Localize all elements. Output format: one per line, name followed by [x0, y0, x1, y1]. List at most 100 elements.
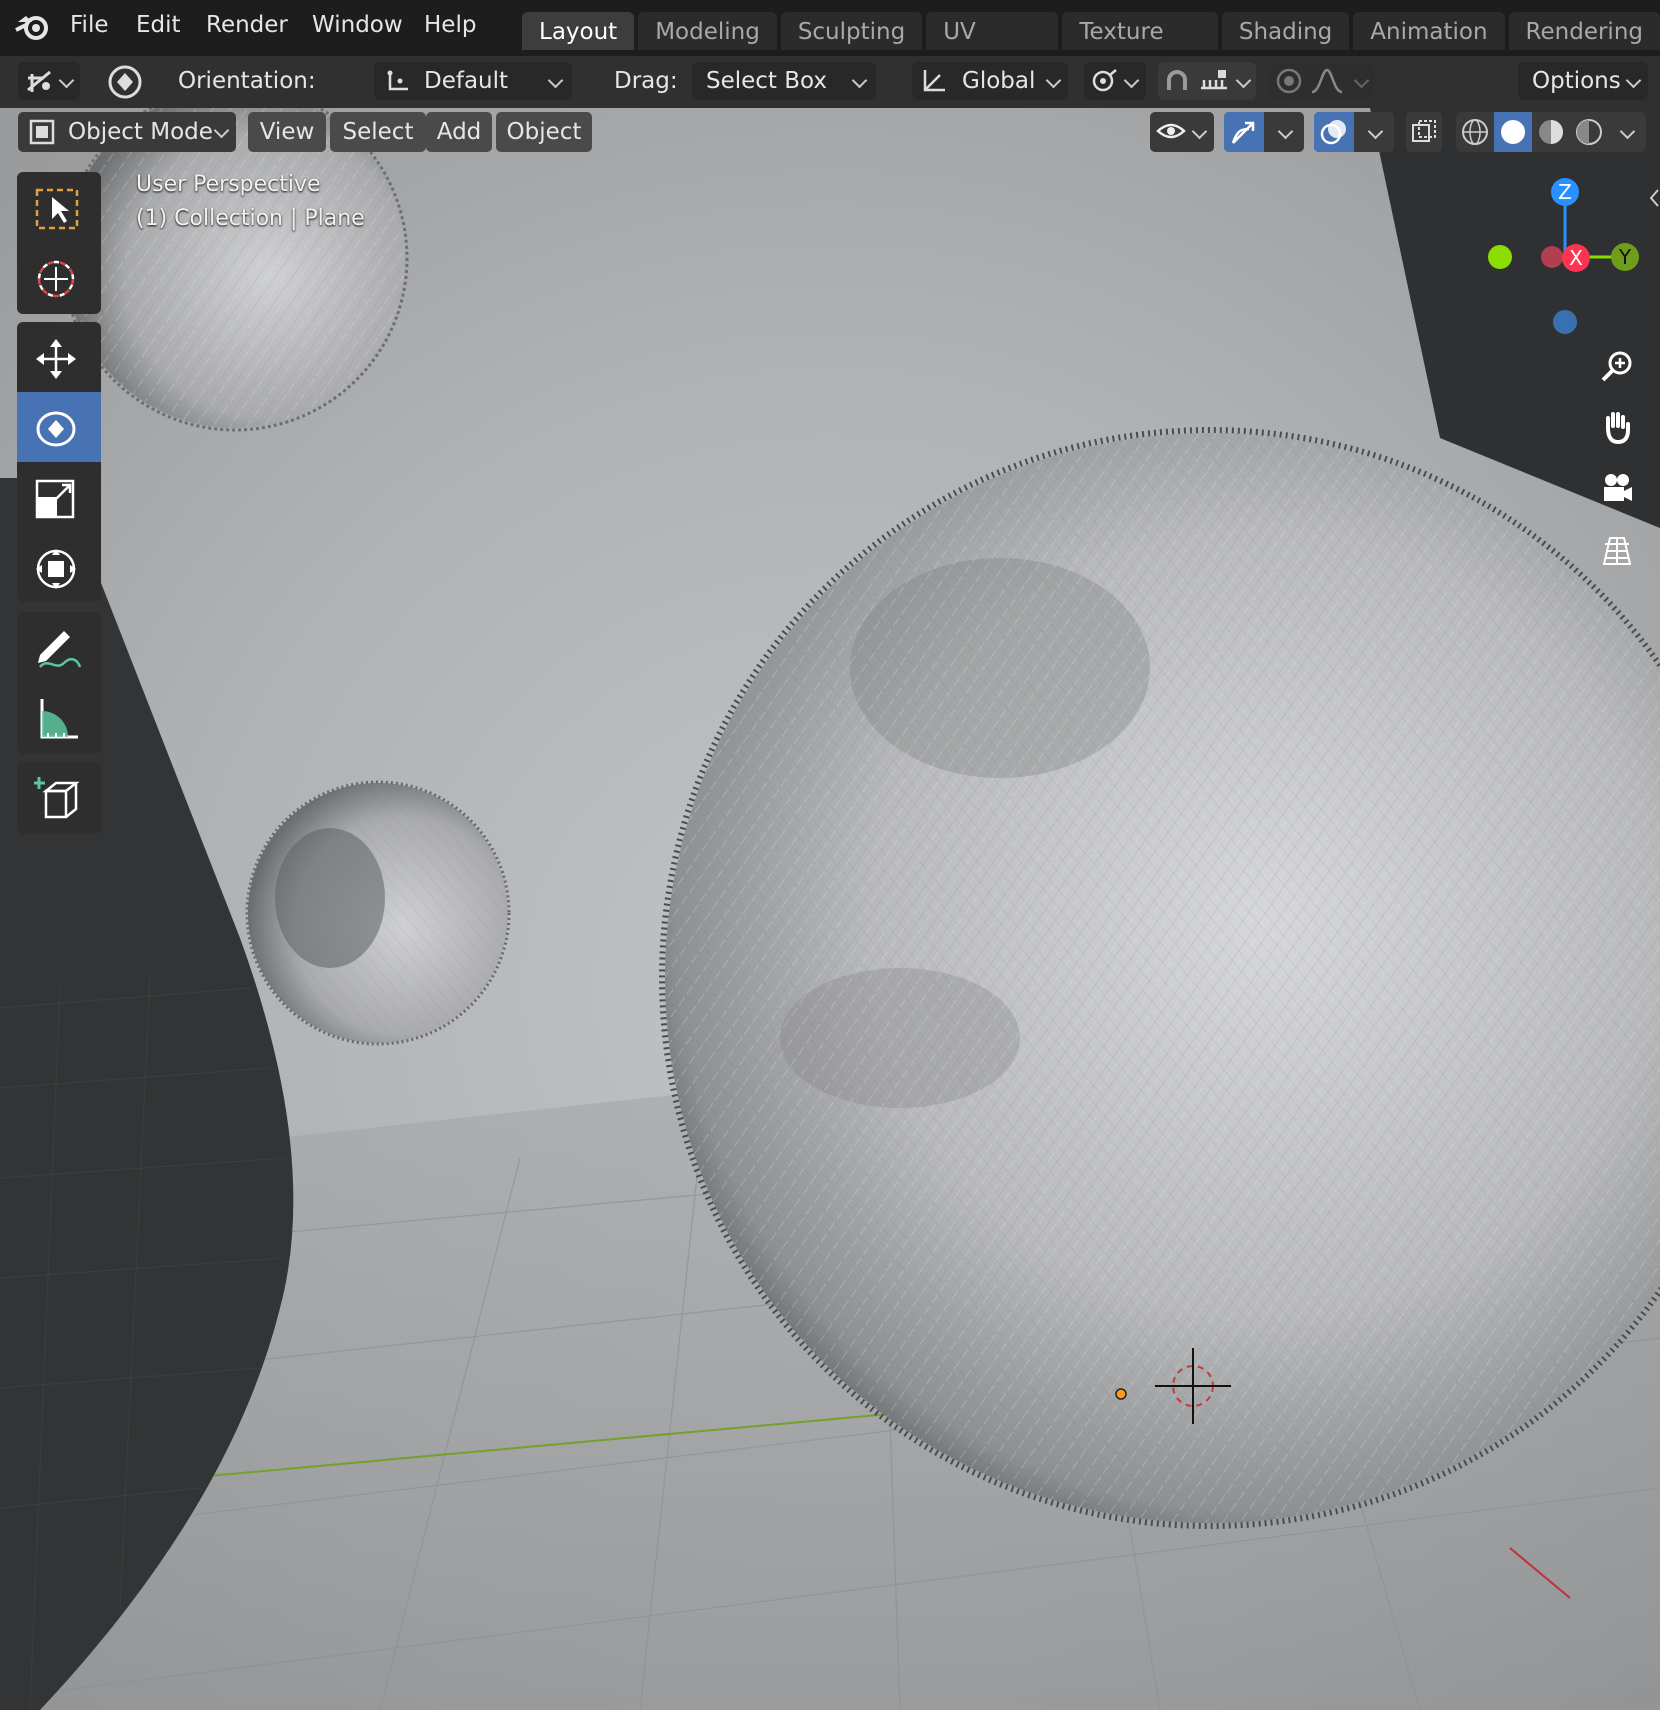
- move-tool[interactable]: [17, 322, 101, 392]
- tab-shading[interactable]: Shading: [1221, 12, 1350, 50]
- chevron-down-icon: [1277, 123, 1294, 140]
- workspace-tabs: Layout Modeling Sculpting UV Editing Tex…: [522, 12, 1660, 85]
- transform-orientation-dropdown[interactable]: Global: [912, 62, 1068, 100]
- wireframe-shading-icon[interactable]: [1460, 117, 1490, 147]
- overlays-dropdown[interactable]: [1314, 112, 1394, 152]
- tab-rendering[interactable]: Rendering: [1508, 12, 1660, 50]
- magnet-icon[interactable]: [1162, 66, 1192, 96]
- view-name: User Perspective: [136, 172, 321, 197]
- gizmo-neg-z-axis[interactable]: [1553, 310, 1577, 334]
- tab-sculpting[interactable]: Sculpting: [780, 12, 923, 50]
- drag-label: Drag:: [614, 68, 678, 94]
- pivot-point-dropdown[interactable]: [1084, 62, 1146, 100]
- perspective-toggle-button[interactable]: [1588, 522, 1644, 578]
- proportional-editing-group[interactable]: [1270, 62, 1374, 100]
- material-shading-icon[interactable]: [1536, 117, 1566, 147]
- shading-mode-group[interactable]: [1456, 112, 1646, 152]
- select-box-tool[interactable]: [17, 172, 101, 242]
- 3d-viewport[interactable]: User Perspective (1) Collection | Plane: [0, 108, 1660, 1710]
- transform-tool[interactable]: [17, 532, 101, 602]
- drag-dropdown[interactable]: Select Box: [692, 62, 876, 100]
- gizmo-dropdown[interactable]: [1224, 112, 1304, 152]
- xray-toggle[interactable]: [1406, 112, 1442, 152]
- add-cube-tool[interactable]: [17, 762, 101, 832]
- tool-settings-header: Orientation: Default Drag: Select Box Gl…: [0, 56, 1660, 108]
- overlays-icon: [1320, 120, 1346, 145]
- link-icon: [1092, 69, 1117, 92]
- tab-uv-editing[interactable]: UV Editing: [926, 12, 1059, 85]
- fur-ball-small[interactable]: [245, 780, 511, 1046]
- blender-logo-icon[interactable]: [14, 8, 54, 44]
- menu-help[interactable]: Help: [424, 0, 476, 50]
- toolbar-group-select: [17, 172, 101, 314]
- tab-animation[interactable]: Animation: [1353, 12, 1505, 50]
- chevron-down-icon: [213, 122, 230, 139]
- camera-icon: [1604, 474, 1632, 501]
- hand-icon: [1606, 412, 1630, 444]
- orientation-value: Default: [424, 68, 509, 94]
- snap-toggle-group[interactable]: [1158, 62, 1256, 100]
- chevron-down-icon: [1191, 123, 1208, 140]
- transform-icon: [36, 549, 76, 589]
- menu-window[interactable]: Window: [312, 0, 403, 50]
- solid-shading-icon: [1501, 120, 1525, 144]
- rendered-shading-icon[interactable]: [1574, 117, 1604, 147]
- cursor-tool[interactable]: [17, 242, 101, 312]
- gizmo-neg-y-axis[interactable]: [1488, 245, 1512, 269]
- xray-icon: [1412, 120, 1436, 142]
- toolbar-group-annotate: [17, 612, 101, 754]
- chevron-down-icon: [1353, 72, 1370, 89]
- orientation-dropdown[interactable]: Default: [374, 62, 572, 100]
- 3d-cursor-icon: [37, 260, 75, 298]
- object-mode-value: Object Mode: [68, 119, 213, 145]
- gizmo-neg-x-axis[interactable]: [1541, 246, 1563, 268]
- zoom-in-icon: [1601, 351, 1632, 382]
- zoom-button[interactable]: [1588, 338, 1644, 394]
- chevron-down-icon: [851, 72, 868, 89]
- add-menu[interactable]: Add: [426, 112, 492, 152]
- snap-increment-icon[interactable]: [1198, 66, 1230, 96]
- options-label: Options: [1532, 68, 1621, 94]
- toolbar-group-transform: [17, 322, 101, 602]
- rotate-tool[interactable]: [17, 392, 101, 462]
- gizmo-z-label: Z: [1558, 180, 1572, 204]
- menu-file[interactable]: File: [70, 0, 109, 50]
- orientation-label: Orientation:: [178, 68, 316, 94]
- tab-texture-paint[interactable]: Texture Paint: [1062, 12, 1218, 85]
- select-menu[interactable]: Select: [330, 112, 426, 152]
- object-mode-dropdown[interactable]: Object Mode: [18, 112, 236, 152]
- global-axes-icon: [923, 70, 945, 92]
- transform-orientation-value: Global: [962, 68, 1036, 94]
- measure-ruler-icon: [40, 699, 78, 739]
- eye-icon: [1156, 123, 1186, 139]
- view-menu[interactable]: View: [248, 112, 326, 152]
- scale-tool[interactable]: [17, 462, 101, 532]
- pan-button[interactable]: [1588, 398, 1644, 454]
- solid-shading-button[interactable]: [1494, 112, 1532, 152]
- menu-edit[interactable]: Edit: [136, 0, 181, 50]
- falloff-curve-icon[interactable]: [1310, 66, 1344, 96]
- select-box-icon: [35, 188, 79, 230]
- sidebar-expand-arrow-icon[interactable]: [1648, 188, 1660, 208]
- drag-value: Select Box: [706, 68, 828, 94]
- gizmo-x-label: X: [1569, 246, 1583, 270]
- chevron-down-icon: [1367, 123, 1384, 140]
- chevron-down-icon: [1045, 72, 1062, 89]
- gizmo-y-label: Y: [1618, 245, 1632, 269]
- tab-layout[interactable]: Layout: [522, 12, 635, 50]
- measure-tool[interactable]: [17, 682, 101, 752]
- gizmo-arrows-icon: [1231, 121, 1255, 144]
- visibility-dropdown[interactable]: [1150, 112, 1214, 152]
- annotate-tool[interactable]: [17, 612, 101, 682]
- toolbar-group-add: [17, 762, 101, 834]
- camera-view-button[interactable]: [1588, 460, 1644, 516]
- options-dropdown[interactable]: Options: [1518, 62, 1648, 100]
- collection-info: (1) Collection | Plane: [136, 206, 365, 231]
- add-cube-icon: [34, 777, 80, 819]
- tab-modeling[interactable]: Modeling: [638, 12, 777, 50]
- object-menu[interactable]: Object: [496, 112, 592, 152]
- proportional-editing-icon[interactable]: [1274, 66, 1304, 96]
- top-menu-bar: File Edit Render Window Help Layout Mode…: [0, 0, 1660, 85]
- menu-render[interactable]: Render: [206, 0, 288, 50]
- editor-type-button[interactable]: [18, 62, 80, 100]
